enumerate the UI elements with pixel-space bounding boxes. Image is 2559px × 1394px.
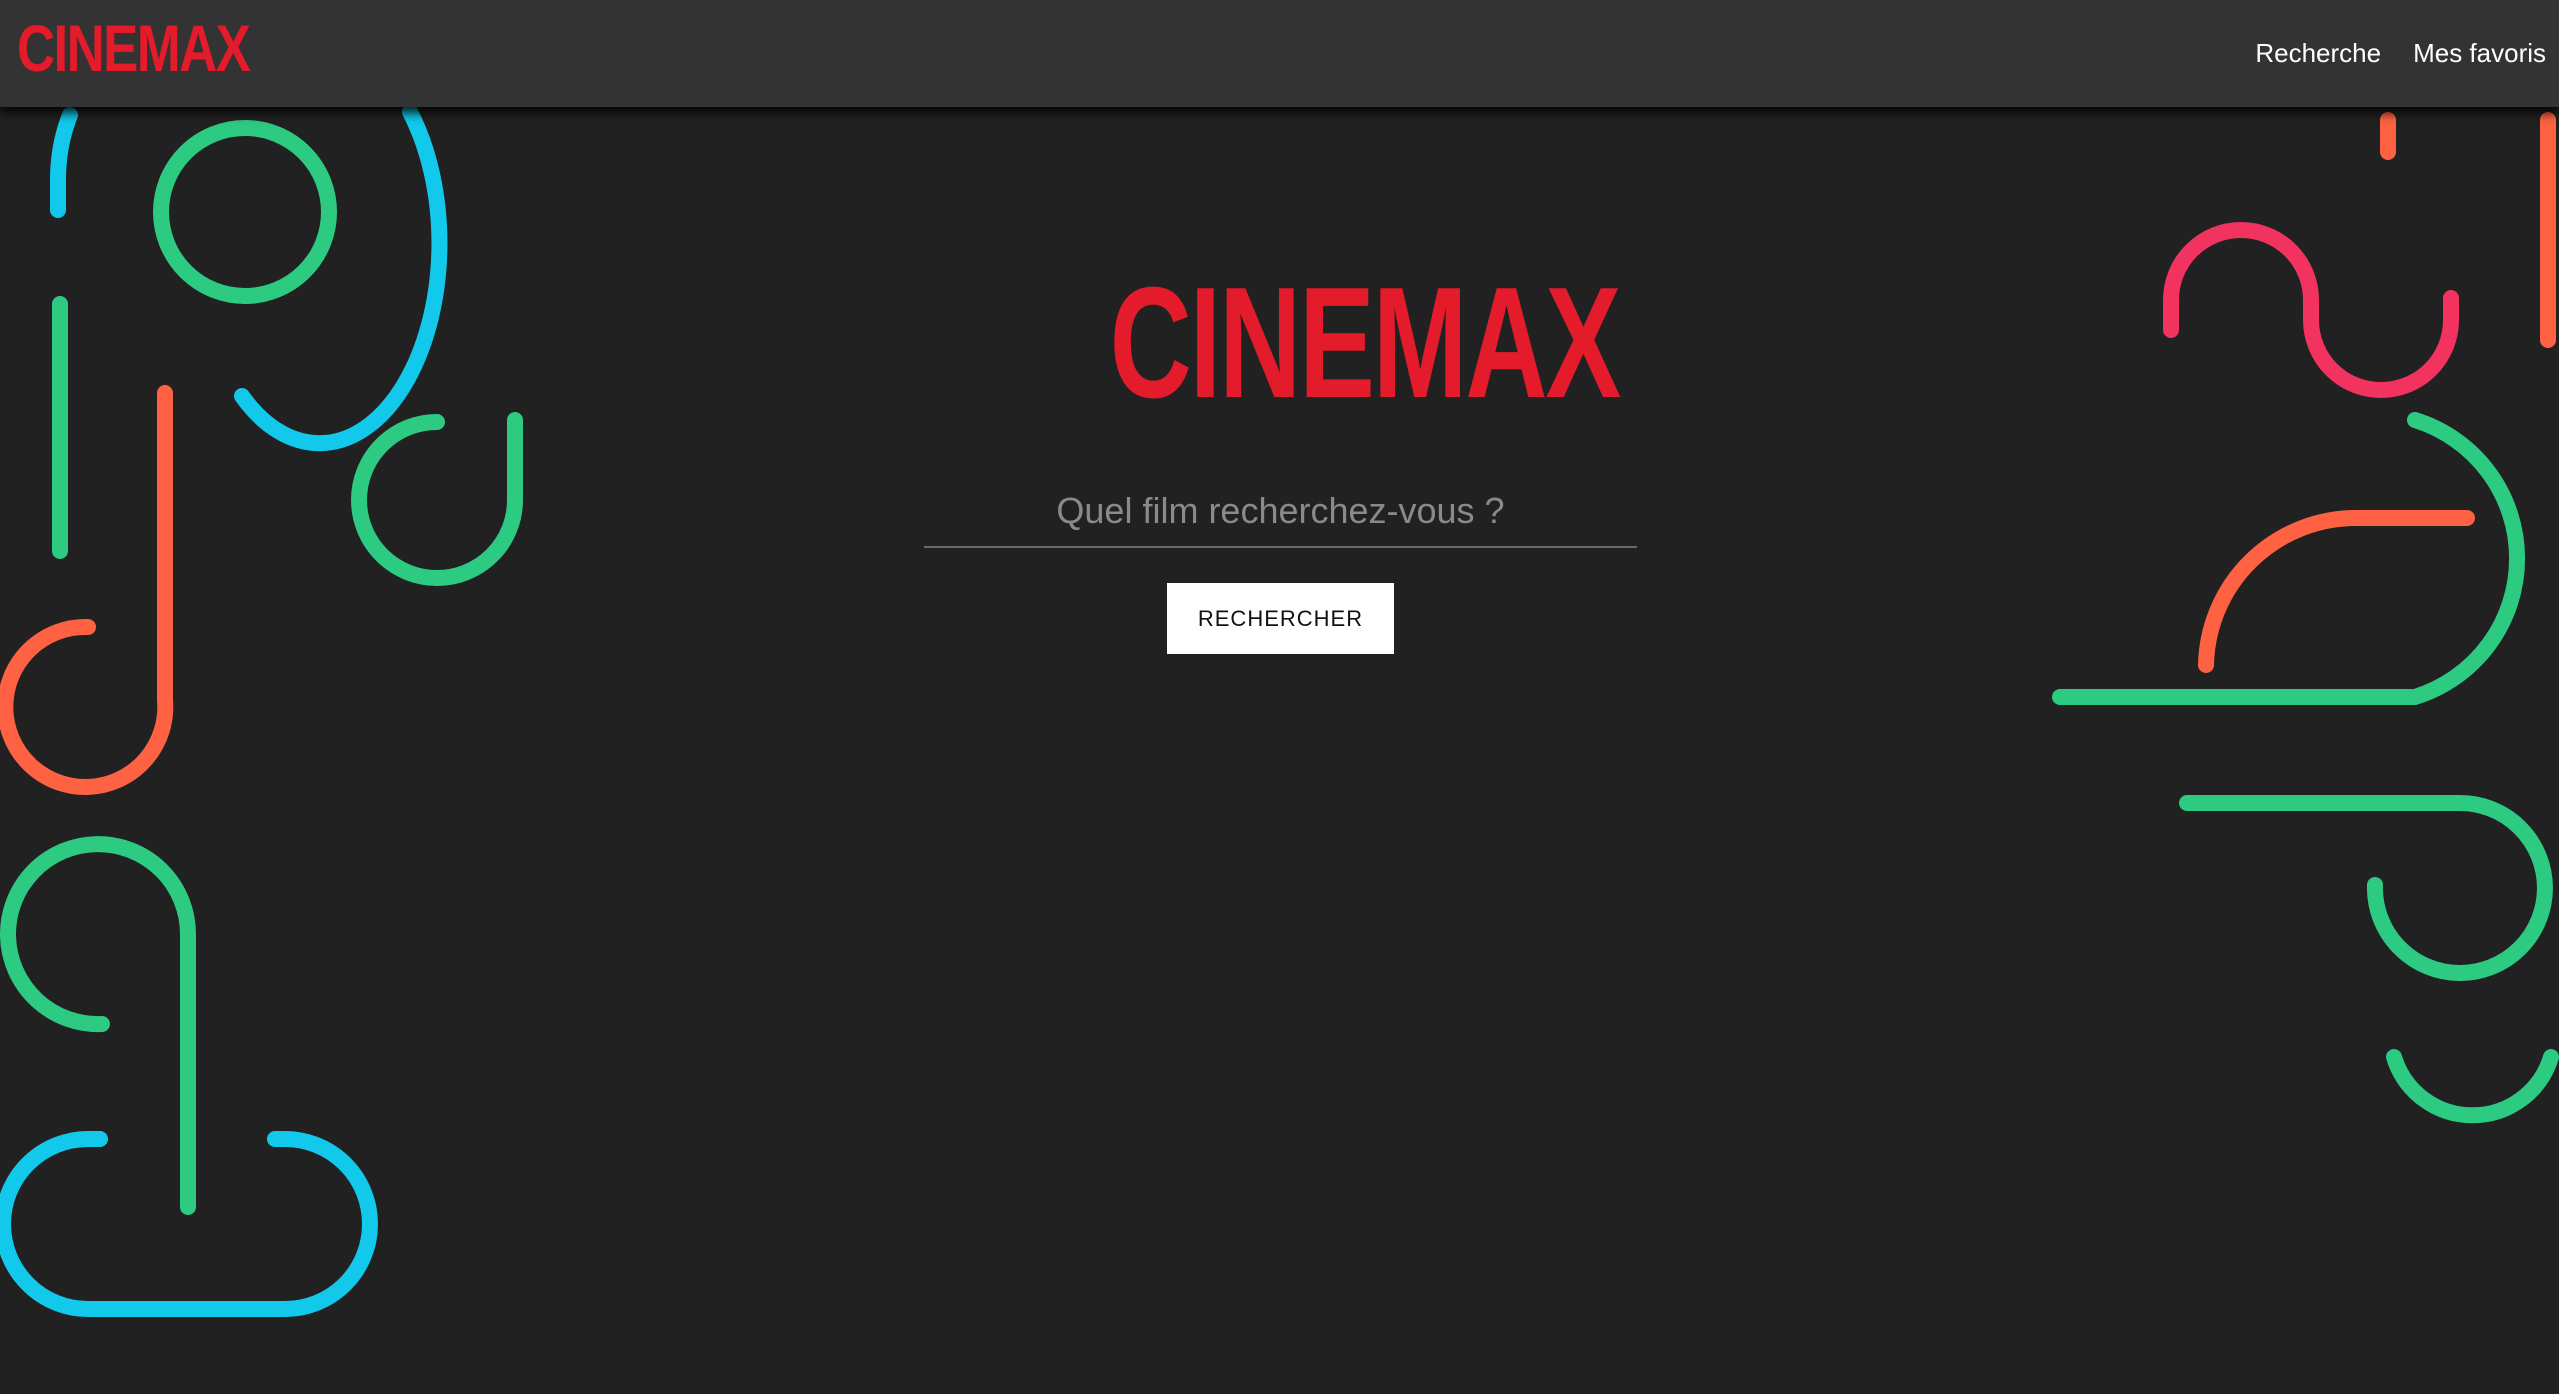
nav-link-mes-favoris[interactable]: Mes favoris [2413, 34, 2546, 72]
deco-green-line-hook [2179, 794, 2553, 981]
navbar: CINEMAX Recherche Mes favoris [0, 0, 2559, 107]
page: CINEMAX Recherche Mes favoris CINEMAX RE… [0, 0, 2559, 1394]
deco-pink-s [2163, 222, 2459, 398]
deco-green-hook [351, 412, 523, 586]
deco-green-circle [153, 120, 337, 304]
nav-links: Recherche Mes favoris [2255, 34, 2546, 72]
search-button[interactable]: RECHERCHER [1167, 583, 1394, 654]
deco-green-cup [2386, 1049, 2559, 1124]
hero-logo: CINEMAX [1109, 255, 1622, 431]
deco-blue-arc-top-left [50, 107, 78, 218]
decorative-background [0, 104, 2559, 1317]
deco-orange-j [0, 385, 174, 795]
nav-link-recherche[interactable]: Recherche [2255, 34, 2381, 72]
search-field [924, 478, 1637, 548]
search-input[interactable] [924, 478, 1637, 544]
deco-blue-arc-large [234, 104, 448, 452]
deco-orange-curve [2198, 510, 2475, 673]
deco-green-big-curve [2052, 412, 2525, 705]
nav-logo[interactable]: CINEMAX [17, 10, 251, 86]
